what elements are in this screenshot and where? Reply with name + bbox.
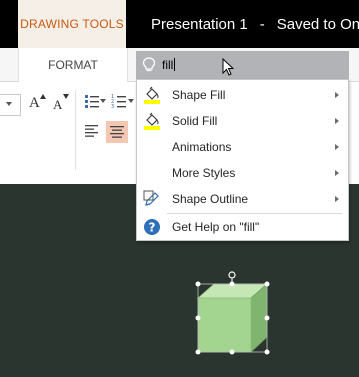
bullets-icon[interactable]	[84, 93, 100, 109]
mouse-pointer-icon	[222, 57, 235, 81]
menu-item-solid-fill[interactable]: Solid Fill	[137, 108, 348, 134]
pencil-icon	[143, 190, 161, 208]
chevron-down-icon[interactable]	[128, 99, 134, 103]
drawing-tools-context-tab[interactable]: DRAWING TOOLS	[18, 0, 126, 48]
menu-item-animations[interactable]: Animations	[137, 134, 348, 160]
tab-format[interactable]: FORMAT	[18, 48, 128, 82]
resize-handle[interactable]	[229, 281, 235, 287]
window-title: Presentation 1-Saved to One	[151, 16, 359, 33]
resize-handle[interactable]	[195, 349, 201, 355]
menu-item-label: Animations	[172, 140, 232, 154]
grow-arrow-icon	[40, 94, 46, 99]
chevron-right-icon	[335, 170, 339, 176]
rotate-handle[interactable]	[228, 271, 236, 279]
cube-front-face	[197, 297, 252, 353]
chevron-right-icon	[335, 118, 339, 124]
document-title: Presentation 1	[151, 16, 248, 33]
lightbulb-icon	[136, 57, 162, 73]
chevron-right-icon	[335, 92, 339, 98]
chevron-right-icon	[335, 144, 339, 150]
align-center-button[interactable]	[106, 121, 128, 143]
chevron-down-icon	[6, 102, 12, 106]
resize-handle[interactable]	[195, 315, 201, 321]
tell-me-search-box[interactable]: fill	[136, 51, 349, 79]
paint-bucket-icon	[143, 86, 161, 104]
grow-font-icon[interactable]: A	[29, 95, 40, 112]
align-center-icon	[110, 126, 124, 138]
menu-item-shape-fill[interactable]: Shape Fill	[137, 82, 348, 108]
paint-bucket-icon	[143, 112, 161, 130]
resize-handle[interactable]	[195, 281, 201, 287]
font-size-dropdown[interactable]	[0, 94, 21, 116]
resize-handle[interactable]	[264, 315, 270, 321]
resize-handle[interactable]	[229, 349, 235, 355]
menu-item-more-styles[interactable]: More Styles	[137, 160, 348, 186]
menu-item-label: Solid Fill	[172, 114, 218, 128]
shrink-arrow-icon	[63, 94, 69, 99]
tell-me-query[interactable]: fill	[162, 58, 176, 72]
chevron-down-icon[interactable]	[100, 99, 106, 103]
menu-item-get-help[interactable]: ? Get Help on "fill"	[137, 214, 348, 240]
shrink-font-icon[interactable]: A	[53, 97, 62, 113]
tell-me-results-menu: Shape Fill Solid Fill Animations More St…	[136, 79, 349, 241]
menu-item-label: More Styles	[172, 166, 236, 180]
ribbon-group-divider	[75, 90, 76, 170]
menu-item-label: Shape Outline	[172, 192, 249, 206]
save-status: Saved to One	[276, 16, 359, 33]
help-icon: ?	[143, 218, 161, 236]
menu-item-label: Get Help on "fill"	[172, 220, 260, 234]
chevron-right-icon	[335, 196, 339, 202]
align-left-icon[interactable]	[84, 124, 100, 138]
resize-handle[interactable]	[264, 349, 270, 355]
resize-handle[interactable]	[264, 281, 270, 287]
svg-text:3: 3	[111, 104, 114, 109]
menu-item-shape-outline[interactable]: Shape Outline	[137, 186, 348, 212]
title-separator: -	[259, 16, 265, 33]
numbering-icon[interactable]: 1 2 3	[111, 93, 127, 109]
menu-item-label: Shape Fill	[172, 88, 226, 102]
svg-text:?: ?	[149, 221, 156, 235]
